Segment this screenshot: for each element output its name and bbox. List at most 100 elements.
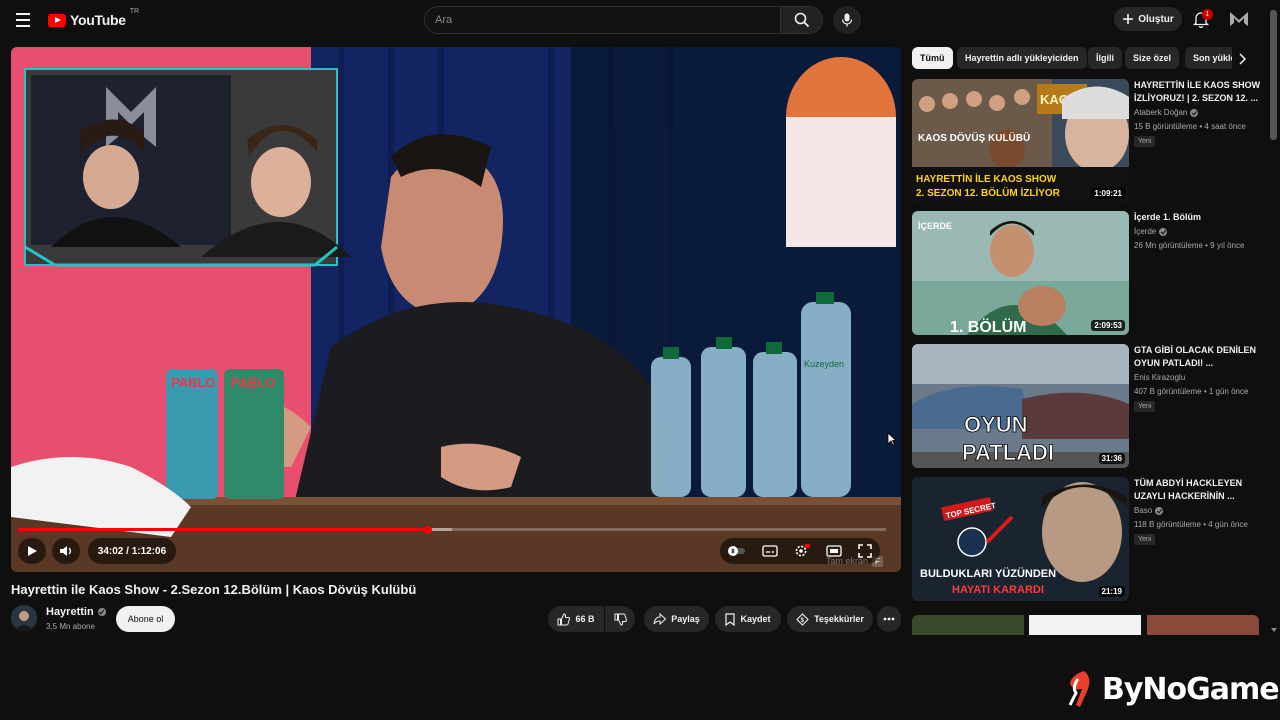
channel-avatar[interactable] (11, 605, 37, 631)
fullscreen-icon[interactable] (858, 544, 872, 558)
thumbnail-image-2: İÇERDE 1. BÖLÜM (912, 211, 1129, 335)
dislike-button[interactable] (605, 606, 635, 632)
top-bar: YouTube TR Ara Oluştur 1 (0, 0, 1280, 40)
progress-fill (18, 528, 428, 531)
play-icon (28, 546, 37, 556)
new-badge: Yeni (1134, 401, 1156, 412)
account-avatar[interactable] (1228, 8, 1250, 30)
thanks-button[interactable]: $ Teşekkürler (787, 606, 873, 632)
video-thumbnail[interactable]: İÇERDE 1. BÖLÜM 2:09:53 (912, 211, 1129, 335)
progress-bar[interactable] (18, 525, 886, 534)
search-placeholder: Ara (435, 14, 453, 26)
recommendation-title[interactable]: GTA GİBİ OLACAK DENİLEN OYUN PATLADI! ..… (1134, 344, 1262, 370)
recommendation-meta: 118 B görüntüleme • 4 gün önce (1134, 520, 1248, 529)
chips-next-button[interactable] (1234, 51, 1250, 67)
channel-name-row[interactable]: Hayrettin (46, 606, 106, 618)
bynogame-logo-icon (1068, 671, 1090, 707)
chevron-right-icon (1239, 53, 1246, 65)
autoplay-toggle-icon[interactable] (728, 545, 746, 557)
video-frame: PABLO PABLO Kuzeyden (11, 47, 901, 572)
recommendation-meta: 407 B görüntüleme • 1 gün önce (1134, 387, 1249, 396)
recommendation-item[interactable]: KAOS KAOS DÖVÜŞ KULÜBÜ HAYRETTİN İLE KAO… (912, 79, 1262, 207)
share-button[interactable]: Paylaş (644, 606, 709, 632)
video-duration: 1:09:21 (1091, 188, 1125, 199)
recommendation-item[interactable]: İÇERDE 1. BÖLÜM 2:09:53 İçerde 1. Bölüm … (912, 211, 1262, 339)
subscriber-count: 3,5 Mn abone (46, 622, 95, 631)
subscribe-button[interactable]: Abone ol (116, 606, 175, 632)
chip-related[interactable]: İlgili (1088, 47, 1122, 69)
like-button[interactable]: 66 B (548, 606, 604, 632)
theater-mode-icon[interactable] (826, 545, 842, 557)
save-label: Kaydet (740, 614, 771, 624)
voice-search-button[interactable] (833, 6, 861, 34)
thumbnail-partial[interactable] (1147, 615, 1259, 635)
create-button[interactable]: Oluştur (1114, 7, 1182, 31)
search-input[interactable]: Ara (424, 6, 781, 34)
channel-name[interactable]: Hayrettin (46, 606, 94, 618)
video-title: Hayrettin ile Kaos Show - 2.Sezon 12.Böl… (11, 582, 417, 597)
recommendation-channel[interactable]: Baso (1134, 506, 1152, 515)
video-duration: 2:09:53 (1091, 320, 1125, 331)
right-controls (720, 538, 880, 564)
like-count: 66 B (575, 614, 595, 624)
scrubber-handle[interactable] (423, 525, 432, 534)
video-thumbnail[interactable]: TOP SECRET BULDUKLARI YÜZÜNDEN HAYATI KA… (912, 477, 1129, 601)
save-button[interactable]: Kaydet (715, 606, 781, 632)
thumb-text-4-3: HAYATI KARARDI (952, 584, 1044, 596)
thumbnail-image-3: OYUN PATLADI (912, 344, 1129, 468)
can-label-2: PABLO (231, 375, 276, 390)
search-button[interactable] (781, 6, 823, 34)
filter-chips: Tümü Hayrettin adlı yükleyiciden İlgili … (912, 47, 1232, 69)
bookmark-icon (725, 612, 736, 626)
recommendation-channel[interactable]: Enis Kirazoglu (1134, 373, 1185, 382)
share-icon (653, 613, 667, 625)
thumb-text-2-1: İÇERDE (918, 221, 952, 231)
video-thumbnail[interactable]: KAOS KAOS DÖVÜŞ KULÜBÜ HAYRETTİN İLE KAO… (912, 79, 1129, 203)
thumbnail-partial[interactable] (912, 615, 1024, 635)
thumbnail-partial[interactable] (1029, 615, 1141, 635)
verified-icon (1155, 506, 1164, 515)
thumbs-down-icon (614, 613, 627, 626)
player-controls: 34:02 / 1:12:06 (18, 538, 894, 564)
more-actions-button[interactable] (877, 606, 901, 632)
recommendation-channel-row[interactable]: Enis Kirazoglu (1134, 373, 1185, 382)
bynogame-watermark: ByNoGame (1066, 668, 1280, 710)
logo-country: TR (129, 8, 140, 15)
new-badge: Yeni (1134, 136, 1156, 147)
thumbnail-image-1: KAOS KAOS DÖVÜŞ KULÜBÜ HAYRETTİN İLE KAO… (912, 79, 1129, 203)
youtube-logo[interactable]: YouTube TR (48, 8, 140, 30)
recommendation-channel-row[interactable]: Ataberk Doğan (1134, 108, 1199, 117)
menu-icon[interactable] (10, 8, 36, 32)
page-scrollbar[interactable] (1270, 10, 1277, 140)
recommendation-title[interactable]: İçerde 1. Bölüm (1134, 211, 1262, 224)
settings-icon[interactable] (794, 544, 810, 558)
time-text: 34:02 / 1:12:06 (97, 545, 167, 557)
recommendation-title[interactable]: HAYRETTİN İLE KAOS SHOW İZLİYORUZ! | 2. … (1134, 79, 1262, 105)
thumb-text-1-3: 2. SEZON 12. BÖLÜM İZLİYOR (916, 186, 1061, 199)
bottle-label: Kuzeyden (804, 359, 844, 369)
recommendation-channel-row[interactable]: İçerde (1134, 227, 1168, 236)
volume-button[interactable] (52, 538, 80, 564)
recommendation-item[interactable]: OYUN PATLADI 31:36 GTA GİBİ OLACAK DENİL… (912, 344, 1262, 472)
recommendation-meta: 15 B görüntüleme • 4 saat önce (1134, 122, 1246, 131)
recommendation-channel-row[interactable]: Baso (1134, 506, 1164, 515)
recommendation-channel[interactable]: İçerde (1134, 227, 1156, 236)
video-duration: 31:36 (1098, 453, 1125, 464)
webcam-overlay (24, 68, 351, 267)
subtitles-icon[interactable] (762, 545, 778, 557)
play-button[interactable] (18, 538, 46, 564)
chip-for-you[interactable]: Size özel (1125, 47, 1180, 69)
recommendation-channel[interactable]: Ataberk Doğan (1134, 108, 1187, 117)
chip-recent[interactable]: Son yüklenenler (1185, 47, 1232, 69)
chip-from-uploader[interactable]: Hayrettin adlı yükleyiciden (957, 47, 1087, 69)
video-thumbnail[interactable]: OYUN PATLADI 31:36 (912, 344, 1129, 468)
video-player[interactable]: PABLO PABLO Kuzeyden Tam ekran (11, 47, 901, 572)
channel-logo-icon (1230, 12, 1248, 26)
recommendation-item[interactable]: TOP SECRET BULDUKLARI YÜZÜNDEN HAYATI KA… (912, 477, 1262, 605)
plus-icon (1123, 14, 1134, 24)
recommendation-title[interactable]: TÜM ABDYİ HACKLEYEN UZAYLI HACKERİNİN ..… (1134, 477, 1262, 503)
watermark-text: ByNoGame (1102, 671, 1280, 707)
channel-avatar-image (11, 605, 37, 631)
chip-all[interactable]: Tümü (912, 47, 953, 69)
scroll-down-arrow-icon[interactable] (1270, 627, 1278, 633)
